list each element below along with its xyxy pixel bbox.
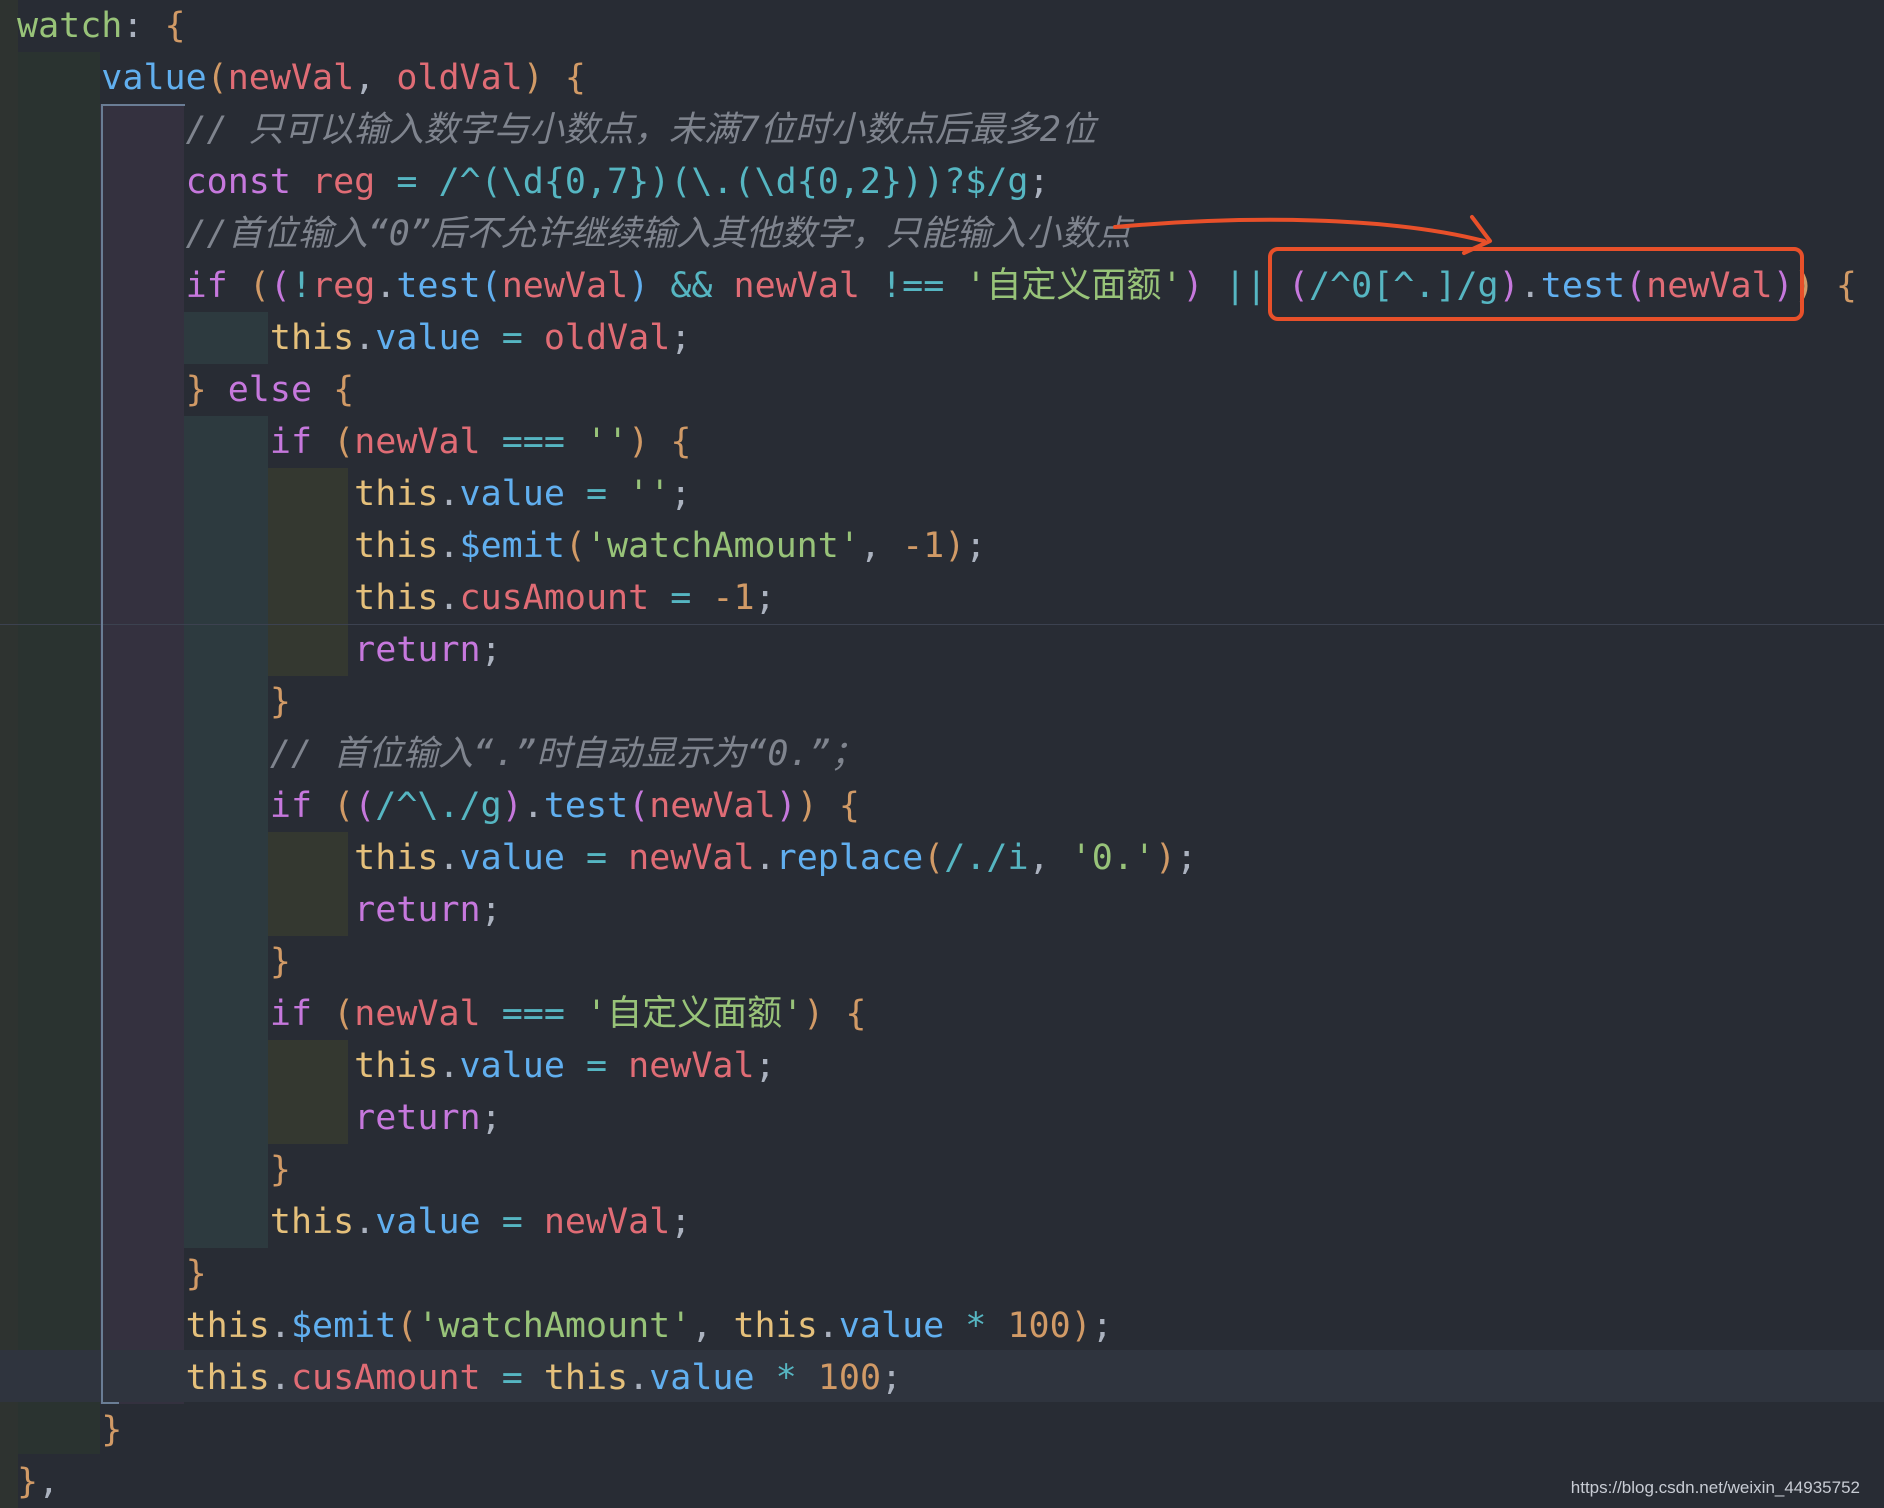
code-line[interactable]: return;	[17, 1092, 1857, 1144]
annotation-arrow-icon	[1113, 215, 1492, 255]
code-line[interactable]: this.value = newVal;	[17, 1196, 1857, 1248]
code-line[interactable]: return;	[17, 624, 1857, 676]
watermark: https://blog.csdn.net/weixin_44935752	[1570, 1478, 1860, 1497]
code-line[interactable]: watch: {	[17, 0, 1857, 52]
code-line[interactable]: this.value = '';	[17, 468, 1857, 520]
code-editor[interactable]: watch: { value(newVal, oldVal) { // 只可以输…	[0, 0, 1884, 1508]
code-line[interactable]: this.value = newVal;	[17, 1040, 1857, 1092]
code-area[interactable]: watch: { value(newVal, oldVal) { // 只可以输…	[17, 0, 1857, 1508]
code-line[interactable]: this.value = newVal.replace(/./i, '0.');	[17, 832, 1857, 884]
code-line[interactable]: if (newVal === '') {	[17, 416, 1857, 468]
code-line[interactable]: this.$emit('watchAmount', this.value * 1…	[17, 1300, 1857, 1352]
code-line[interactable]: }	[17, 1404, 1857, 1456]
code-line[interactable]: const reg = /^(\d{0,7})(\.(\d{0,2}))?$/g…	[17, 156, 1857, 208]
code-line[interactable]: this.$emit('watchAmount', -1);	[17, 520, 1857, 572]
code-line[interactable]: return;	[17, 884, 1857, 936]
code-line[interactable]: if (newVal === '自定义面额') {	[17, 988, 1857, 1040]
code-line[interactable]: }	[17, 1248, 1857, 1300]
code-line[interactable]: }	[17, 936, 1857, 988]
code-line[interactable]: this.cusAmount = -1;	[17, 572, 1857, 624]
code-line[interactable]: if ((/^\./g).test(newVal)) {	[17, 780, 1857, 832]
code-line[interactable]: } else {	[17, 364, 1857, 416]
code-line[interactable]: this.cusAmount = this.value * 100;	[17, 1352, 1857, 1404]
code-line[interactable]: // 只可以输入数字与小数点，未满7位时小数点后最多2位	[17, 104, 1857, 156]
code-line[interactable]: // 首位输入“.”时自动显示为“0.”；	[17, 728, 1857, 780]
indent-guide-0	[0, 0, 18, 1508]
code-line[interactable]: }	[17, 1144, 1857, 1196]
code-line[interactable]: value(newVal, oldVal) {	[17, 52, 1857, 104]
code-line[interactable]: }	[17, 676, 1857, 728]
